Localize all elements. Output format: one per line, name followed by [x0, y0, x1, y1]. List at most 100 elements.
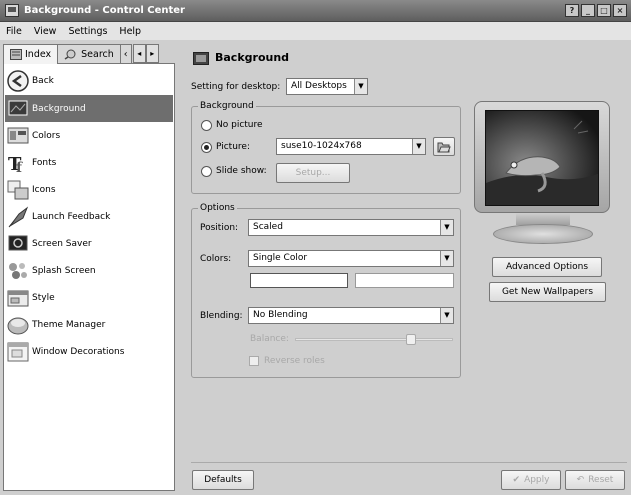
chevron-left-icon: ‹	[123, 48, 128, 60]
sidebar-item-label: Icons	[32, 184, 56, 195]
module-list: Back Background Colors Tf Fonts Icons La…	[3, 63, 175, 491]
window-buttons: ? _ □ ×	[565, 4, 627, 17]
checkmark-icon: ✔	[512, 475, 521, 485]
close-icon[interactable]: ×	[613, 4, 627, 17]
no-picture-label: No picture	[216, 120, 263, 130]
apply-button[interactable]: ✔ Apply	[501, 470, 561, 490]
control-center-icon[interactable]	[5, 4, 19, 17]
balance-slider-handle[interactable]	[406, 334, 416, 345]
colors-icon	[7, 127, 29, 143]
reverse-roles-checkbox[interactable]	[249, 356, 259, 366]
sidebar-item-back[interactable]: Back	[5, 67, 173, 94]
background-group-title: Background	[198, 101, 256, 111]
picture-select-value: suse10-1024x768	[281, 141, 362, 151]
sidebar-item-label: Theme Manager	[32, 319, 106, 330]
defaults-button[interactable]: Defaults	[192, 470, 254, 490]
bottom-separator	[191, 462, 627, 463]
sidebar-item-style[interactable]: Style	[5, 284, 173, 311]
slide-show-radio[interactable]	[201, 166, 212, 177]
chevron-right-icon: ▸	[150, 49, 155, 58]
back-arrow-icon	[7, 69, 29, 92]
options-group-title: Options	[198, 203, 237, 213]
page-title: Background	[215, 51, 290, 64]
setup-button[interactable]: Setup...	[276, 163, 350, 183]
sidebar-item-label: Screen Saver	[32, 238, 92, 249]
tab-index[interactable]: Index	[3, 44, 59, 64]
menu-help[interactable]: Help	[119, 26, 141, 37]
launch-feedback-icon	[8, 206, 29, 227]
chevron-down-icon: ▼	[354, 79, 367, 94]
chevron-down-icon: ▼	[412, 139, 425, 154]
advanced-options-button[interactable]: Advanced Options	[492, 257, 602, 277]
desktop-select[interactable]: All Desktops ▼	[286, 78, 368, 95]
sidebar-tabs: Index Search ‹ ◂ ▸	[3, 44, 159, 64]
chevron-down-icon: ▼	[440, 251, 453, 266]
primary-color-button[interactable]	[250, 273, 348, 288]
position-select-value: Scaled	[253, 222, 283, 232]
sidebar-item-fonts[interactable]: Tf Fonts	[5, 149, 173, 176]
sidebar-item-theme-manager[interactable]: Theme Manager	[5, 311, 173, 338]
sidebar-splitter[interactable]	[175, 44, 178, 491]
sidebar-item-launch-feedback[interactable]: Launch Feedback	[5, 203, 173, 230]
blending-select[interactable]: No Blending ▼	[248, 307, 454, 324]
chevron-left-icon: ◂	[137, 49, 142, 58]
reverse-roles-label: Reverse roles	[264, 356, 325, 366]
svg-text:f: f	[16, 160, 23, 174]
tab-partial[interactable]: ‹	[119, 44, 132, 63]
colors-select-value: Single Color	[253, 253, 308, 263]
blending-select-value: No Blending	[253, 310, 308, 320]
slide-show-label: Slide show:	[216, 166, 267, 176]
get-new-wallpapers-button[interactable]: Get New Wallpapers	[489, 282, 606, 302]
sidebar-item-icons[interactable]: Icons	[5, 176, 173, 203]
window-decorations-icon	[7, 342, 29, 361]
colors-label: Colors:	[200, 254, 232, 264]
menu-file[interactable]: File	[6, 26, 22, 37]
chevron-down-icon: ▼	[440, 308, 453, 323]
menu-settings[interactable]: Settings	[68, 26, 107, 37]
sidebar-item-label: Colors	[32, 130, 61, 141]
balance-slider[interactable]	[295, 334, 453, 345]
sidebar-item-label: Background	[32, 103, 86, 114]
style-icon	[7, 290, 29, 306]
sidebar-item-colors[interactable]: Colors	[5, 122, 173, 149]
reset-button[interactable]: ↶ Reset	[565, 470, 625, 490]
minimize-icon[interactable]: _	[581, 4, 595, 17]
maximize-icon[interactable]: □	[597, 4, 611, 17]
secondary-color-button[interactable]	[355, 273, 454, 288]
tab-scroll-left-button[interactable]: ◂	[132, 44, 146, 63]
screen-saver-icon	[8, 235, 28, 250]
chameleon-wallpaper-image	[486, 111, 598, 205]
sidebar-item-background[interactable]: Background	[5, 95, 173, 122]
position-label: Position:	[200, 223, 239, 233]
picture-select[interactable]: suse10-1024x768 ▼	[276, 138, 426, 155]
reset-label: Reset	[588, 475, 614, 485]
browse-picture-button[interactable]	[433, 137, 455, 156]
help-icon[interactable]: ?	[565, 4, 579, 17]
tab-index-label: Index	[25, 49, 52, 60]
wallpaper-preview	[485, 110, 599, 206]
no-picture-radio[interactable]	[201, 120, 212, 131]
menu-view[interactable]: View	[34, 26, 57, 37]
sidebar-item-splash-screen[interactable]: Splash Screen	[5, 257, 173, 284]
theme-manager-icon	[7, 317, 29, 334]
apply-label: Apply	[524, 475, 550, 485]
folder-open-icon	[437, 142, 451, 153]
desktop-select-value: All Desktops	[291, 81, 347, 91]
sidebar-item-window-decorations[interactable]: Window Decorations	[5, 338, 173, 365]
balance-label: Balance:	[250, 334, 289, 344]
sidebar: Index Search ‹ ◂ ▸ Back Background Color…	[3, 44, 175, 491]
fonts-icon: Tf	[8, 154, 23, 174]
icons-icon	[7, 180, 29, 199]
menu-bar: File View Settings Help	[0, 22, 631, 40]
monitor-base	[493, 224, 593, 244]
colors-select[interactable]: Single Color ▼	[248, 250, 454, 267]
position-select[interactable]: Scaled ▼	[248, 219, 454, 236]
sidebar-item-label: Window Decorations	[32, 346, 125, 357]
reset-arrow-icon: ↶	[576, 475, 585, 485]
picture-radio[interactable]	[201, 142, 212, 153]
tab-scroll-right-button[interactable]: ▸	[145, 44, 159, 63]
blending-label: Blending:	[200, 311, 243, 321]
tab-search[interactable]: Search	[57, 44, 121, 63]
sidebar-item-screen-saver[interactable]: Screen Saver	[5, 230, 173, 257]
picture-label: Picture:	[216, 142, 250, 152]
